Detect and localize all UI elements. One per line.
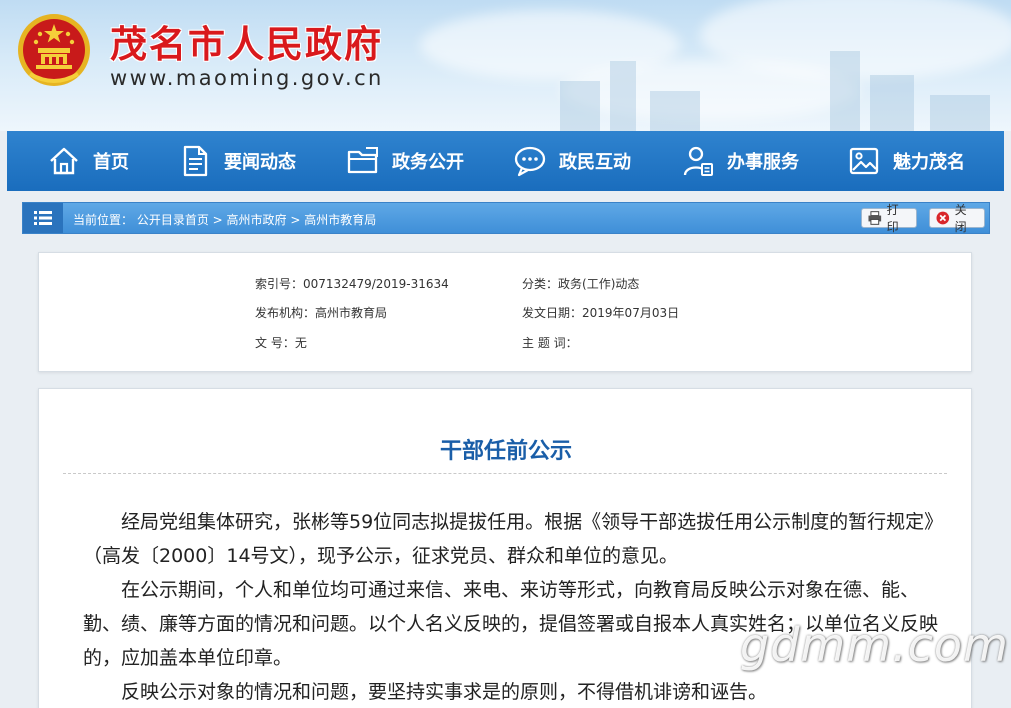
breadcrumb-separator: > <box>208 213 227 227</box>
meta-date: 发文日期：2019年07月03日 <box>522 304 679 321</box>
skyline-building <box>870 75 914 131</box>
close-label: 关闭 <box>954 203 967 234</box>
nav-item-interaction[interactable]: 政民互动 <box>513 131 681 191</box>
nav-label: 政务公开 <box>392 152 464 173</box>
meta-index-value: 007132479/2019-31634 <box>303 277 449 291</box>
print-label: 打印 <box>886 203 899 234</box>
skyline-building <box>930 95 990 131</box>
meta-index: 索引号：007132479/2019-31634 <box>255 275 449 292</box>
site-title: 茂名市人民政府 <box>110 23 383 66</box>
skyline-building <box>650 91 700 131</box>
nav-item-gov-affairs[interactable]: 政务公开 <box>346 131 513 191</box>
meta-category-label: 分类： <box>522 277 559 291</box>
meta-date-label: 发文日期： <box>522 306 583 320</box>
breadcrumb-separator: > <box>286 213 305 227</box>
main-nav: 首页 要闻动态 政务公开 政民互动 办事服务 魅力茂名 <box>7 131 1004 191</box>
site-header: 茂名市人民政府 www.maoming.gov.cn <box>0 0 1011 131</box>
breadcrumb-link[interactable]: 高州市教育局 <box>304 213 376 227</box>
close-icon <box>936 211 950 225</box>
close-button[interactable]: 关闭 <box>929 203 985 234</box>
meta-date-value: 2019年07月03日 <box>582 306 680 320</box>
breadcrumb-link[interactable]: 高州市政府 <box>227 213 287 227</box>
image-icon <box>849 147 879 175</box>
breadcrumb-bar: 当前位置： 公开目录首页 > 高州市政府 > 高州市教育局 打印 关闭 <box>22 202 990 234</box>
meta-publisher: 发布机构：高州市教育局 <box>255 304 387 321</box>
meta-category: 分类：政务(工作)动态 <box>522 275 639 292</box>
nav-item-home[interactable]: 首页 <box>47 131 178 191</box>
nav-item-news[interactable]: 要闻动态 <box>178 131 346 191</box>
skyline-building <box>560 81 600 131</box>
list-icon <box>23 203 63 233</box>
nav-item-services[interactable]: 办事服务 <box>681 131 847 191</box>
nav-item-charm[interactable]: 魅力茂名 <box>847 131 987 191</box>
breadcrumb: 当前位置： 公开目录首页 > 高州市政府 > 高州市教育局 <box>73 211 376 228</box>
nav-label: 办事服务 <box>727 152 799 173</box>
meta-publisher-value: 高州市教育局 <box>315 306 388 320</box>
print-button[interactable]: 打印 <box>861 203 917 234</box>
printer-icon <box>868 211 882 225</box>
nav-label: 首页 <box>93 152 129 173</box>
watermark: gdmm.com <box>740 618 1009 672</box>
user-service-icon <box>683 146 713 176</box>
sky-cloud <box>560 60 860 120</box>
article-body: 经局党组集体研究，张彬等59位同志拟提拔任用。根据《领导干部选拔任用公示制度的暂… <box>83 505 939 708</box>
nav-label: 魅力茂名 <box>893 152 965 173</box>
national-emblem-icon <box>18 14 90 86</box>
site-url: www.maoming.gov.cn <box>110 66 384 90</box>
article-title: 干部任前公示 <box>439 439 572 464</box>
meta-subject-label: 主 题 词： <box>522 336 578 350</box>
home-icon <box>50 147 78 175</box>
nav-label: 政民互动 <box>559 152 631 173</box>
breadcrumb-link[interactable]: 公开目录首页 <box>137 213 209 227</box>
meta-publisher-label: 发布机构： <box>255 306 316 320</box>
chat-icon <box>514 146 546 177</box>
skyline-building <box>610 61 636 131</box>
meta-subject: 主 题 词： <box>522 334 578 351</box>
title-divider <box>63 473 947 474</box>
folder-icon <box>347 147 378 174</box>
meta-index-label: 索引号： <box>255 277 304 291</box>
document-icon <box>183 145 208 177</box>
skyline-building <box>830 51 860 131</box>
meta-docno-label: 文 号： <box>255 336 295 350</box>
breadcrumb-prefix: 当前位置： <box>73 213 134 227</box>
article-paragraph: 经局党组集体研究，张彬等59位同志拟提拔任用。根据《领导干部选拔任用公示制度的暂… <box>83 511 934 567</box>
nav-label: 要闻动态 <box>224 152 296 173</box>
meta-docno-value: 无 <box>294 336 307 350</box>
article-paragraph: 反映公示对象的情况和问题，要坚持实事求是的原则，不得借机诽谤和诬告。 <box>121 681 768 703</box>
meta-docno: 文 号：无 <box>255 334 307 351</box>
meta-category-value: 政务(工作)动态 <box>558 277 640 291</box>
document-meta: 索引号：007132479/2019-31634 分类：政务(工作)动态 发布机… <box>38 252 972 372</box>
